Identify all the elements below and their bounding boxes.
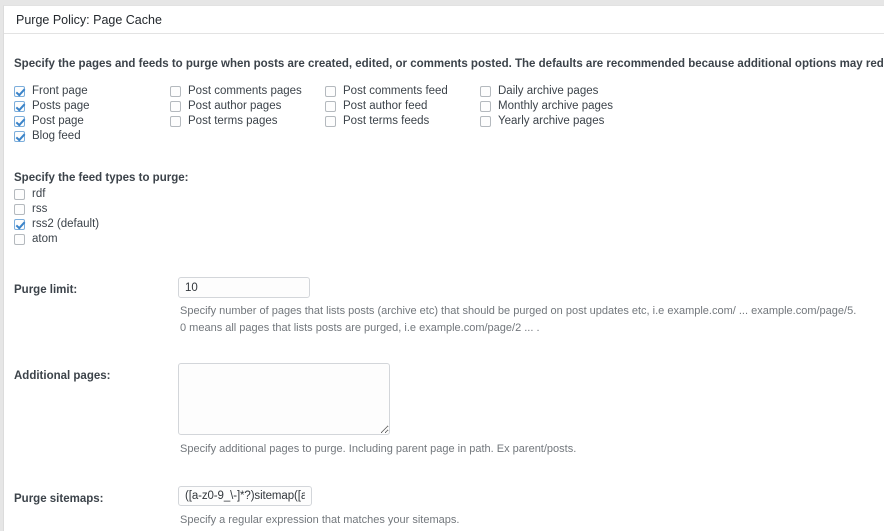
checkbox-yearly-archive-pages[interactable]: [480, 115, 491, 127]
checkbox-row-post-terms-pages[interactable]: Post terms pages: [170, 114, 325, 129]
checkbox-post-author-pages[interactable]: [170, 100, 181, 112]
checkbox-label-monthly-archive-pages: Monthly archive pages: [498, 99, 614, 112]
purge-targets-column-1: Front page Posts page Post page Blog fee…: [14, 84, 170, 144]
purge-sitemaps-label: Purge sitemaps:: [14, 493, 104, 506]
purge-targets-column-3: Post comments feed Post author feed Post…: [325, 84, 480, 144]
panel-body: Specify the pages and feeds to purge whe…: [4, 34, 884, 529]
checkbox-row-atom[interactable]: atom: [14, 232, 884, 247]
checkbox-post-comments-feed[interactable]: [325, 85, 336, 97]
checkbox-rss[interactable]: [14, 203, 25, 215]
checkbox-label-post-terms-feeds: Post terms feeds: [343, 114, 430, 127]
checkbox-row-daily-archive-pages[interactable]: Daily archive pages: [480, 84, 660, 99]
purge-sitemaps-control: Specify a regular expression that matche…: [178, 486, 884, 529]
checkbox-row-posts-page[interactable]: Posts page: [14, 99, 170, 114]
purge-targets-grid: Front page Posts page Post page Blog fee…: [4, 72, 884, 144]
checkbox-row-rss[interactable]: rss: [14, 202, 884, 217]
checkbox-label-blog-feed: Blog feed: [32, 129, 81, 142]
purge-limit-help: Specify number of pages that lists posts…: [180, 303, 884, 337]
checkbox-row-yearly-archive-pages[interactable]: Yearly archive pages: [480, 114, 660, 129]
checkbox-row-front-page[interactable]: Front page: [14, 84, 170, 99]
checkbox-post-terms-pages[interactable]: [170, 115, 181, 127]
checkbox-label-atom: atom: [32, 232, 58, 245]
additional-pages-help: Specify additional pages to purge. Inclu…: [180, 443, 577, 456]
checkbox-label-yearly-archive-pages: Yearly archive pages: [498, 114, 605, 127]
purge-limit-help-line-2: 0 means all pages that lists posts are p…: [180, 322, 540, 335]
checkbox-daily-archive-pages[interactable]: [480, 85, 491, 97]
purge-targets-column-4: Daily archive pages Monthly archive page…: [480, 84, 660, 144]
checkbox-post-page[interactable]: [14, 115, 25, 127]
screen-background: Purge Policy: Page Cache Specify the pag…: [0, 0, 884, 531]
purge-sitemaps-row: Purge sitemaps: Specify a regular expres…: [4, 458, 884, 529]
checkbox-label-daily-archive-pages: Daily archive pages: [498, 84, 599, 97]
purge-limit-control: Specify number of pages that lists posts…: [178, 277, 884, 337]
page-title: Purge Policy: Page Cache: [16, 13, 162, 27]
checkbox-label-rss2: rss2 (default): [32, 217, 100, 230]
checkbox-blog-feed[interactable]: [14, 130, 25, 142]
checkbox-row-rdf[interactable]: rdf: [14, 187, 884, 202]
checkbox-posts-page[interactable]: [14, 100, 25, 112]
checkbox-front-page[interactable]: [14, 85, 25, 97]
purge-targets-column-2: Post comments pages Post author pages Po…: [170, 84, 325, 144]
checkbox-rdf[interactable]: [14, 188, 25, 200]
checkbox-monthly-archive-pages[interactable]: [480, 100, 491, 112]
additional-pages-label: Additional pages:: [14, 370, 111, 383]
checkbox-row-post-author-pages[interactable]: Post author pages: [170, 99, 325, 114]
checkbox-label-rss: rss: [32, 202, 48, 215]
feed-types-section: Specify the feed types to purge: rdf rss…: [4, 144, 884, 247]
checkbox-row-monthly-archive-pages[interactable]: Monthly archive pages: [480, 99, 660, 114]
additional-pages-textarea[interactable]: [178, 363, 390, 436]
checkbox-atom[interactable]: [14, 233, 25, 245]
checkbox-row-post-comments-pages[interactable]: Post comments pages: [170, 84, 325, 99]
checkbox-row-blog-feed[interactable]: Blog feed: [14, 129, 170, 144]
checkbox-label-post-terms-pages: Post terms pages: [188, 114, 278, 127]
checkbox-label-post-comments-feed: Post comments feed: [343, 84, 448, 97]
feed-types-title: Specify the feed types to purge:: [14, 172, 189, 185]
additional-pages-row: Additional pages: Specify additional pag…: [4, 337, 884, 458]
checkbox-row-post-comments-feed[interactable]: Post comments feed: [325, 84, 480, 99]
purge-limit-label: Purge limit:: [14, 284, 78, 297]
checkbox-row-rss2[interactable]: rss2 (default): [14, 217, 884, 232]
checkbox-row-post-author-feed[interactable]: Post author feed: [325, 99, 480, 114]
checkbox-label-post-author-pages: Post author pages: [188, 99, 282, 112]
checkbox-post-author-feed[interactable]: [325, 100, 336, 112]
checkbox-post-comments-pages[interactable]: [170, 85, 181, 97]
checkbox-row-post-page[interactable]: Post page: [14, 114, 170, 129]
settings-panel: Purge Policy: Page Cache Specify the pag…: [3, 5, 884, 531]
intro-text: Specify the pages and feeds to purge whe…: [14, 58, 884, 70]
checkbox-label-post-page: Post page: [32, 114, 84, 127]
checkbox-label-rdf: rdf: [32, 187, 46, 200]
checkbox-label-post-comments-pages: Post comments pages: [188, 84, 302, 97]
checkbox-row-post-terms-feeds[interactable]: Post terms feeds: [325, 114, 480, 129]
checkbox-rss2[interactable]: [14, 218, 25, 230]
purge-limit-input[interactable]: [178, 277, 310, 299]
checkbox-label-post-author-feed: Post author feed: [343, 99, 428, 112]
panel-header: Purge Policy: Page Cache: [4, 6, 884, 34]
purge-sitemaps-help: Specify a regular expression that matche…: [180, 514, 460, 527]
purge-limit-row: Purge limit: Specify number of pages tha…: [4, 247, 884, 337]
additional-pages-control: Specify additional pages to purge. Inclu…: [178, 363, 884, 458]
checkbox-label-front-page: Front page: [32, 84, 88, 97]
checkbox-post-terms-feeds[interactable]: [325, 115, 336, 127]
purge-sitemaps-input[interactable]: [178, 486, 312, 507]
checkbox-label-posts-page: Posts page: [32, 99, 90, 112]
purge-limit-help-line-1: Specify number of pages that lists posts…: [180, 305, 857, 318]
